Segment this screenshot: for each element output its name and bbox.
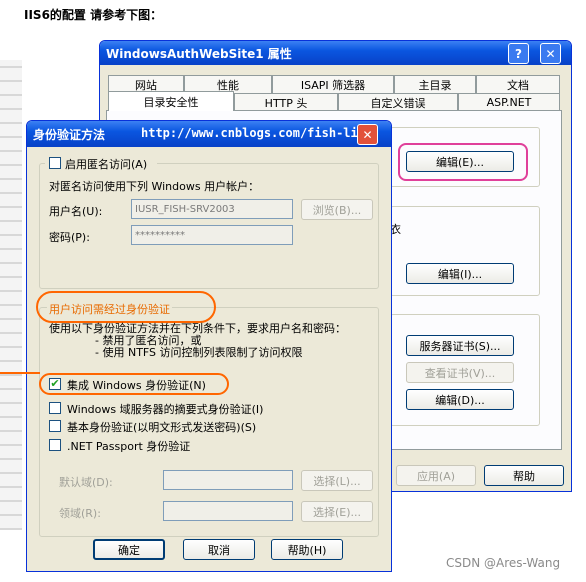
password-label: 密码(P):: [49, 231, 90, 244]
watermark: CSDN @Ares-Wang: [446, 556, 561, 570]
tab-http-headers[interactable]: HTTP 头: [234, 93, 338, 111]
edit-anon-button[interactable]: 编辑(E)...: [406, 151, 514, 172]
password-field[interactable]: **********: [131, 225, 293, 245]
anon-group-header: 启用匿名访问(A): [45, 155, 157, 171]
auth-desc-3: - 使用 NTFS 访问控制列表限制了访问权限: [95, 346, 303, 359]
apply-button[interactable]: 应用(A): [396, 465, 476, 486]
properties-titlebar: WindowsAuthWebSite1 属性 ? ✕: [100, 41, 571, 65]
properties-title: WindowsAuthWebSite1 属性: [106, 47, 292, 61]
username-label: 用户名(U):: [49, 205, 103, 218]
anon-access-checkbox[interactable]: [49, 157, 61, 169]
left-annotation-stroke: [0, 372, 40, 374]
tab-aspnet[interactable]: ASP.NET: [458, 93, 560, 111]
tab-home-directory[interactable]: 主目录: [394, 75, 476, 93]
browse-button[interactable]: 浏览(B)...: [301, 199, 373, 220]
tab-isapi[interactable]: ISAPI 筛选器: [272, 75, 394, 93]
realm-label: 领域(R):: [59, 507, 101, 520]
realm-field[interactable]: [163, 501, 293, 521]
edit-ip-button[interactable]: 编辑(I)...: [406, 263, 514, 284]
close-icon[interactable]: ✕: [357, 124, 378, 145]
default-domain-label: 默认域(D):: [59, 476, 113, 489]
back-help-button[interactable]: 帮助: [484, 465, 564, 486]
help-title-button[interactable]: ?: [508, 43, 529, 64]
integrated-windows-label: 集成 Windows 身份验证(N): [67, 379, 206, 392]
username-field[interactable]: IUSR_FISH-SRV2003: [131, 199, 293, 219]
auth-methods-dialog: 身份验证方法 http://www.cnblogs.com/fish-li/ ✕…: [26, 120, 392, 572]
edit-secure-button[interactable]: 编辑(D)...: [406, 389, 514, 410]
tab-documents[interactable]: 文档: [476, 75, 560, 93]
tab-directory-security[interactable]: 目录安全性: [108, 91, 234, 111]
select-domain-button[interactable]: 选择(L)...: [301, 470, 373, 491]
tab-custom-errors[interactable]: 自定义错误: [338, 93, 458, 111]
anon-description: 对匿名访问使用下列 Windows 用户帐户：: [49, 180, 260, 193]
view-cert-button[interactable]: 查看证书(V)...: [406, 362, 514, 383]
passport-auth-label: .NET Passport 身份验证: [67, 440, 191, 453]
digest-auth-checkbox[interactable]: [49, 402, 61, 414]
digest-auth-label: Windows 域服务器的摘要式身份验证(I): [67, 403, 264, 416]
ok-button[interactable]: 确定: [93, 539, 165, 560]
help-button[interactable]: 帮助(H): [271, 539, 343, 560]
passport-auth-checkbox[interactable]: [49, 439, 61, 451]
integrated-windows-checkbox[interactable]: ✔: [49, 378, 61, 390]
auth-titlebar: 身份验证方法 http://www.cnblogs.com/fish-li/ ✕: [27, 121, 391, 147]
server-cert-button[interactable]: 服务器证书(S)...: [406, 335, 514, 356]
anon-access-label: 启用匿名访问(A): [65, 158, 148, 171]
page-caption: IIS6的配置 请参考下图：: [24, 8, 163, 22]
background-page-strip: [0, 60, 22, 530]
select-realm-button[interactable]: 选择(E)...: [301, 501, 373, 522]
blog-url: http://www.cnblogs.com/fish-li/: [141, 126, 365, 140]
close-icon[interactable]: ✕: [540, 43, 561, 64]
auth-group-title: 用户访问需经过身份验证: [47, 301, 172, 317]
basic-auth-checkbox[interactable]: [49, 420, 61, 432]
auth-title: 身份验证方法: [33, 128, 106, 142]
default-domain-field[interactable]: [163, 470, 293, 490]
basic-auth-label: 基本身份验证(以明文形式发送密码)(S): [67, 421, 257, 434]
cancel-button[interactable]: 取消: [183, 539, 255, 560]
